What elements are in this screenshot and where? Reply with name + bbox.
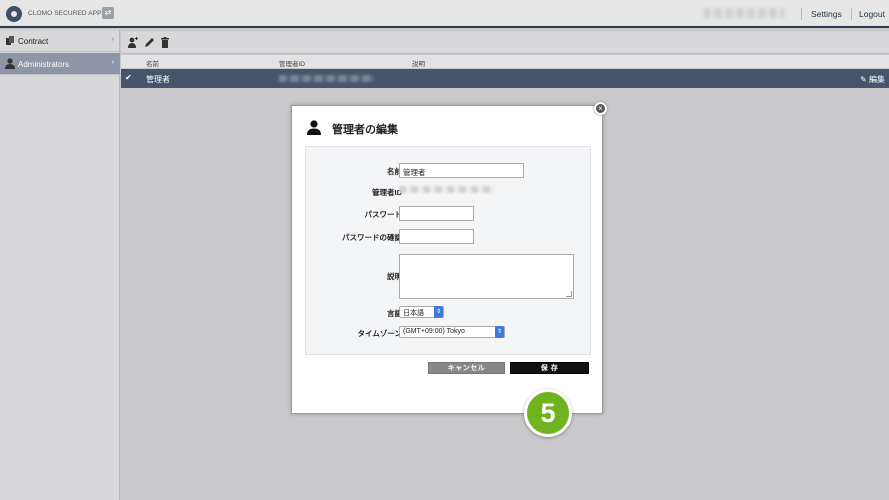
top-bar: CLOMO SECURED APPs ⇄ Settings Logout — [0, 0, 889, 28]
user-name-redacted — [704, 8, 784, 18]
row-edit-button[interactable]: ✎ 編集 — [860, 74, 885, 85]
app-logo-icon — [6, 6, 22, 22]
settings-link[interactable]: Settings — [811, 9, 842, 19]
logout-link[interactable]: Logout — [859, 9, 885, 19]
toolbar — [121, 31, 889, 54]
sidebar-item-label: Contract — [18, 37, 49, 46]
description-textarea[interactable] — [399, 254, 574, 299]
chevron-right-icon: › — [111, 59, 114, 66]
sidebar-item-administrators[interactable]: Administrators › — [0, 53, 120, 75]
sidebar-item-contract[interactable]: Contract › — [0, 30, 120, 52]
timezone-value: (GMT+09:00) Tokyo — [403, 328, 465, 335]
app-switch-icon[interactable]: ⇄ — [102, 7, 114, 19]
step-number-badge: 5 — [524, 389, 572, 437]
form-panel: 名前 管理者 管理者ID パスワード パスワードの確認 説明 言語 日本語 ⇕ … — [305, 146, 591, 355]
row-name: 管理者 — [146, 75, 170, 84]
header-divider — [801, 8, 802, 20]
cancel-button[interactable]: キャンセル — [428, 362, 505, 374]
edit-admin-dialog: × 管理者の編集 名前 管理者 管理者ID パスワード パスワードの確認 説明 … — [291, 102, 607, 414]
password-label: パスワード — [364, 210, 403, 219]
row-id-redacted — [279, 75, 374, 82]
language-value: 日本語 — [403, 310, 424, 317]
edit-pencil-icon[interactable] — [144, 37, 154, 48]
contract-icon — [6, 36, 14, 45]
column-header-admin-id[interactable]: 管理者ID — [279, 58, 305, 68]
timezone-label: タイムゾーン — [357, 329, 402, 338]
close-icon[interactable]: × — [594, 102, 607, 115]
column-header-description[interactable]: 説明 — [412, 58, 425, 68]
add-user-icon[interactable] — [128, 37, 138, 48]
table-row[interactable]: ✔ 管理者 ✎ 編集 — [121, 69, 889, 88]
save-button[interactable]: 保 存 — [510, 362, 589, 374]
chevron-right-icon: › — [111, 36, 114, 43]
timezone-select[interactable]: (GMT+09:00) Tokyo ⇕ — [399, 326, 505, 338]
password-input[interactable] — [399, 206, 474, 221]
select-arrows-icon: ⇕ — [495, 326, 504, 338]
admin-id-value-redacted — [399, 186, 494, 193]
password-confirm-label: パスワードの確認 — [342, 233, 402, 242]
select-arrows-icon: ⇕ — [434, 306, 443, 318]
name-input[interactable]: 管理者 — [399, 163, 524, 178]
app-title: CLOMO SECURED APPs — [28, 10, 105, 17]
sidebar: Contract › Administrators › — [0, 30, 120, 500]
language-select[interactable]: 日本語 ⇕ — [399, 306, 444, 318]
admin-id-label: 管理者ID — [372, 188, 402, 197]
sidebar-item-label: Administrators — [18, 60, 70, 69]
trash-icon[interactable] — [160, 37, 170, 48]
password-confirm-input[interactable] — [399, 229, 474, 244]
user-icon — [307, 120, 321, 135]
table-header: 名前 管理者ID 説明 — [121, 55, 889, 69]
header-divider — [851, 8, 852, 20]
checkmark-icon: ✔ — [125, 73, 132, 82]
column-header-name[interactable]: 名前 — [146, 58, 159, 68]
dialog-title: 管理者の編集 — [332, 124, 398, 136]
user-icon — [5, 58, 15, 69]
